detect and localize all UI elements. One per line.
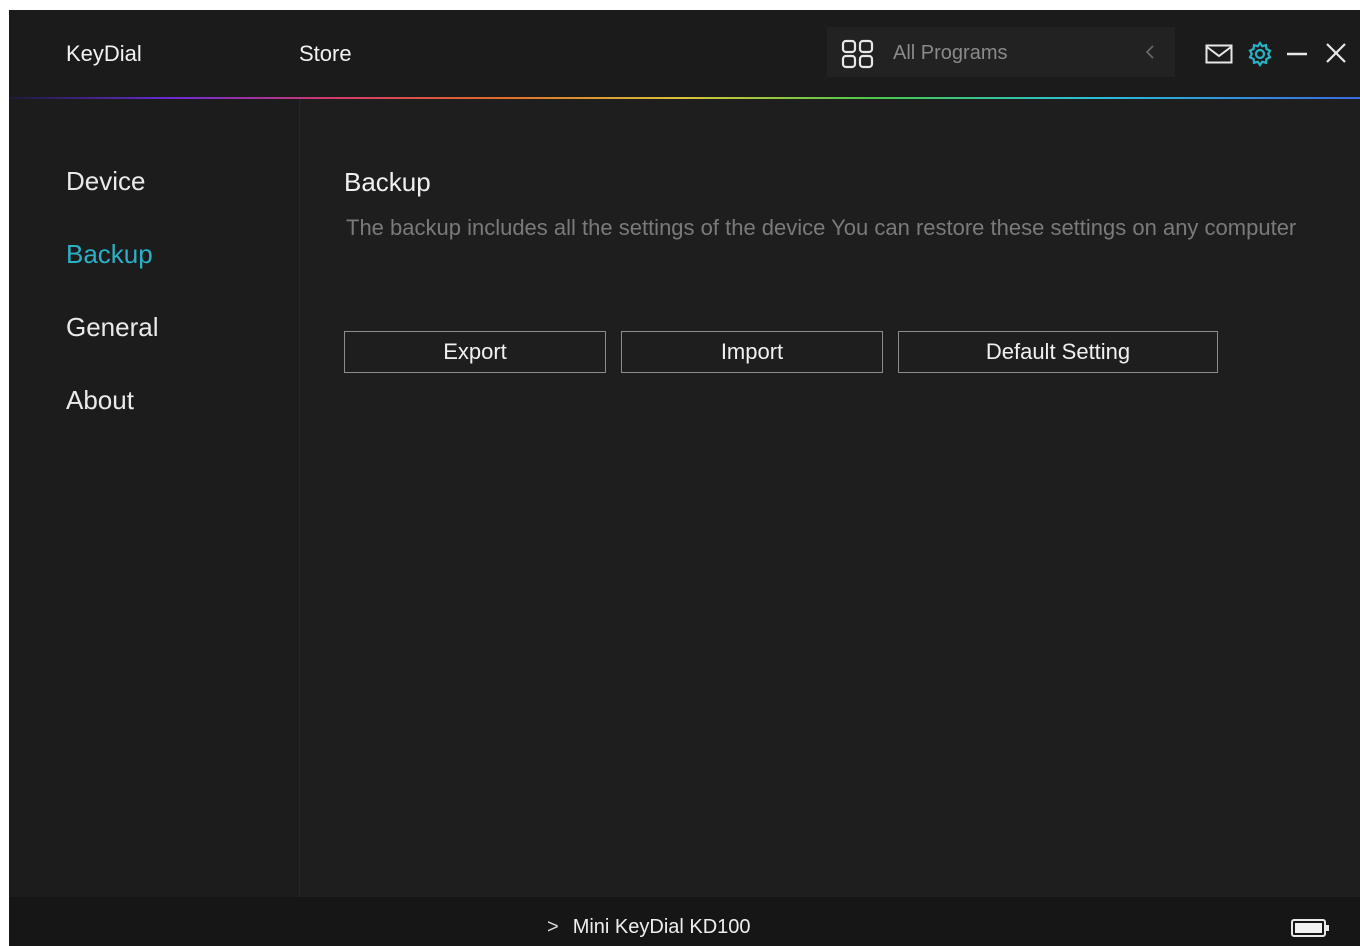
device-switcher[interactable]: > Mini KeyDial KD100 bbox=[547, 916, 751, 939]
device-name: Mini KeyDial KD100 bbox=[572, 916, 751, 938]
sidebar-item-device[interactable]: Device bbox=[66, 166, 145, 197]
battery-icon bbox=[1291, 919, 1329, 937]
sidebar-item-backup[interactable]: Backup bbox=[66, 239, 153, 270]
import-button[interactable]: Import bbox=[621, 331, 883, 373]
export-button[interactable]: Export bbox=[344, 331, 606, 373]
title-bar: KeyDial Store All Programs bbox=[9, 10, 1360, 97]
status-bar: > Mini KeyDial KD100 bbox=[9, 897, 1360, 946]
gear-icon[interactable] bbox=[1247, 41, 1273, 67]
app-window: KeyDial Store All Programs Device Backup… bbox=[9, 10, 1360, 946]
app-name: KeyDial bbox=[66, 41, 142, 66]
sidebar: Device Backup General About bbox=[9, 99, 300, 897]
page-title: Backup bbox=[344, 167, 431, 197]
chevron-right-icon: > bbox=[547, 916, 559, 938]
program-selector[interactable]: All Programs bbox=[827, 27, 1175, 77]
store-tab[interactable]: Store bbox=[299, 41, 352, 67]
sidebar-item-about[interactable]: About bbox=[66, 385, 134, 416]
default-setting-button[interactable]: Default Setting bbox=[898, 331, 1218, 373]
sidebar-item-general[interactable]: General bbox=[66, 312, 159, 343]
close-icon[interactable] bbox=[1325, 42, 1347, 64]
main-content: Backup The backup includes all the setti… bbox=[300, 99, 1360, 897]
minimize-icon[interactable] bbox=[1285, 43, 1309, 65]
mail-icon[interactable] bbox=[1205, 44, 1233, 64]
chevron-left-icon[interactable] bbox=[1143, 41, 1157, 63]
backup-description: The backup includes all the settings of … bbox=[346, 215, 1297, 240]
program-selector-label: All Programs bbox=[893, 42, 1008, 64]
grid-icon bbox=[841, 39, 874, 69]
